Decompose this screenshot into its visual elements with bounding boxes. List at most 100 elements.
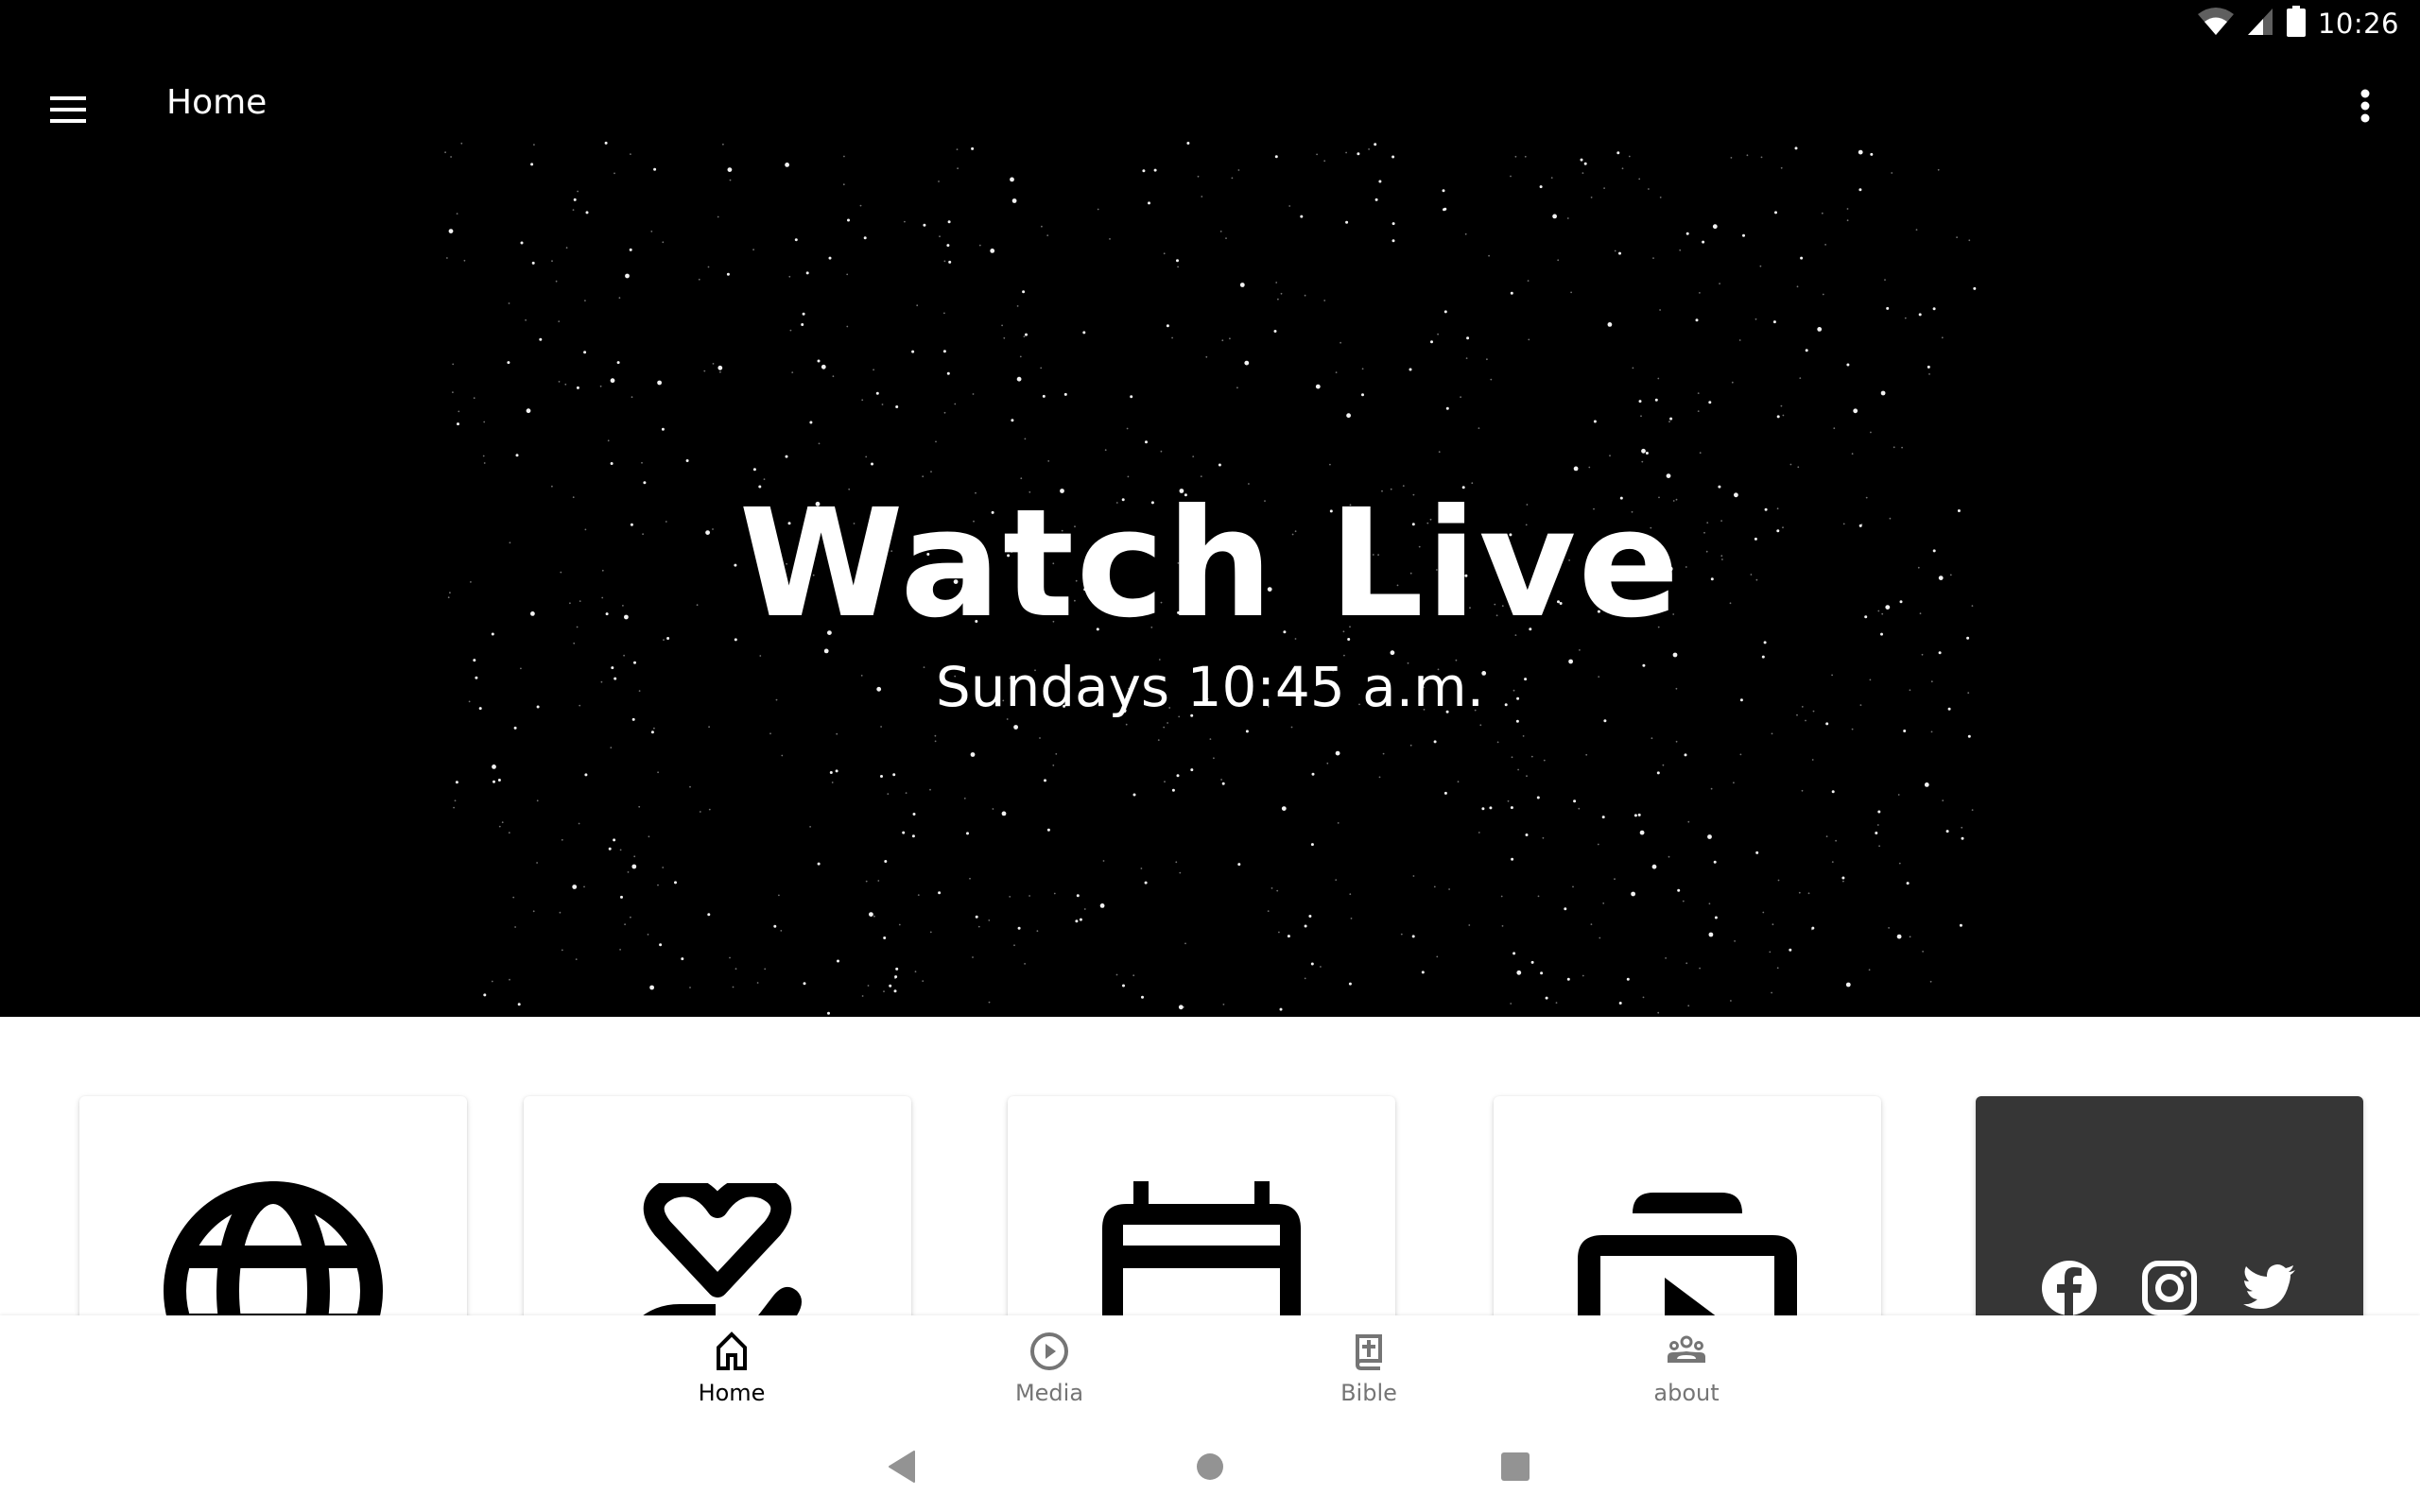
star	[1634, 814, 1637, 817]
instagram-icon[interactable]	[2142, 1261, 2197, 1315]
star	[1171, 788, 1175, 792]
star	[972, 393, 975, 395]
star	[555, 280, 558, 283]
star	[863, 236, 867, 240]
star	[1304, 294, 1306, 297]
star	[514, 926, 516, 928]
star	[935, 440, 937, 443]
star	[508, 832, 510, 834]
star	[631, 864, 637, 869]
back-icon[interactable]	[873, 1446, 930, 1487]
star	[963, 798, 966, 799]
star	[1525, 833, 1529, 836]
star	[990, 249, 995, 253]
star	[992, 808, 994, 810]
more-vert-icon[interactable]	[2335, 76, 2395, 136]
star	[641, 461, 643, 464]
star	[875, 391, 879, 395]
star	[1350, 918, 1353, 919]
nav-item-bible[interactable]: Bible	[1274, 1315, 1463, 1418]
recents-icon[interactable]	[1487, 1446, 1544, 1487]
star	[1772, 320, 1776, 324]
star	[977, 925, 980, 928]
star	[1122, 984, 1125, 988]
nav-item-media[interactable]: Media	[955, 1315, 1144, 1418]
star	[1055, 753, 1058, 755]
star	[752, 249, 754, 251]
home-circle-icon[interactable]	[1182, 1446, 1238, 1487]
star	[517, 1003, 521, 1006]
star	[1810, 928, 1813, 931]
star	[972, 956, 974, 958]
star	[1231, 177, 1234, 180]
nav-item-about[interactable]: about	[1592, 1315, 1781, 1418]
star	[1928, 373, 1930, 375]
star	[988, 919, 991, 921]
nav-item-home[interactable]: Home	[637, 1315, 826, 1418]
star	[947, 220, 951, 224]
star	[1486, 358, 1488, 361]
status-time: 10:26	[2317, 8, 2399, 40]
star	[575, 958, 578, 960]
star	[1115, 973, 1118, 976]
star	[1335, 750, 1340, 756]
star	[565, 247, 568, 249]
star	[1659, 309, 1661, 311]
star	[1536, 796, 1540, 799]
star	[1046, 828, 1050, 832]
star	[846, 325, 849, 328]
star	[1699, 452, 1702, 455]
facebook-icon[interactable]	[2042, 1261, 2097, 1315]
star	[1337, 822, 1340, 824]
star	[452, 363, 455, 366]
star	[1811, 759, 1814, 761]
star	[608, 847, 612, 850]
star	[493, 780, 495, 783]
star	[867, 985, 870, 987]
star	[1742, 233, 1745, 237]
star	[1510, 175, 1512, 178]
star	[1023, 335, 1026, 337]
star	[525, 318, 527, 321]
star	[613, 838, 616, 842]
star	[1530, 755, 1533, 758]
hamburger-menu-icon[interactable]	[38, 79, 98, 140]
star	[703, 369, 706, 372]
star	[1924, 782, 1929, 787]
watch-live-title[interactable]: Watch Live	[0, 477, 2420, 651]
star	[1140, 868, 1143, 869]
star	[1927, 365, 1930, 369]
star	[1641, 448, 1646, 454]
star	[865, 880, 868, 883]
star	[911, 350, 915, 353]
twitter-icon[interactable]	[2242, 1261, 2297, 1315]
star	[648, 835, 650, 838]
star	[788, 275, 791, 278]
star	[1209, 738, 1212, 740]
star	[732, 986, 735, 988]
star	[729, 179, 732, 181]
star	[1132, 974, 1135, 977]
star	[1807, 892, 1810, 895]
star	[1825, 722, 1829, 726]
star	[1776, 967, 1779, 970]
star	[943, 260, 946, 263]
star	[584, 773, 588, 777]
star	[791, 371, 794, 373]
battery-icon	[2286, 5, 2307, 43]
star	[778, 894, 780, 897]
star	[1805, 719, 1806, 722]
star	[1412, 875, 1415, 877]
star	[1464, 232, 1467, 235]
star	[1762, 911, 1765, 914]
star	[1719, 283, 1720, 284]
star	[1708, 932, 1714, 937]
star	[1481, 807, 1485, 811]
star	[536, 799, 539, 802]
star	[1013, 944, 1015, 947]
star	[662, 867, 665, 868]
star	[735, 968, 737, 971]
star	[551, 260, 553, 263]
star	[685, 459, 689, 462]
star	[584, 300, 586, 301]
